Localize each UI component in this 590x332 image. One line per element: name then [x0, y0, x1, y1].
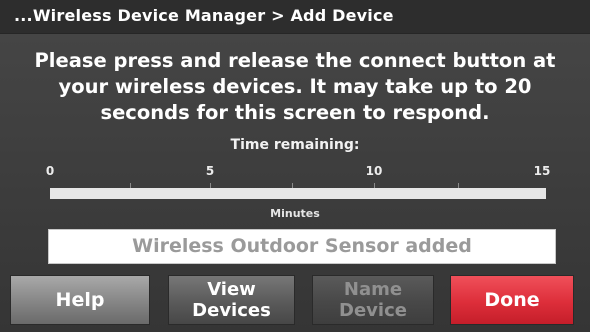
- view-devices-button[interactable]: View Devices: [168, 275, 295, 325]
- time-remaining-fill: [50, 188, 546, 199]
- time-remaining-bar: [50, 188, 546, 199]
- instruction-line: Please press and release the connect but…: [34, 49, 556, 72]
- scale-label-0: 0: [45, 164, 55, 178]
- status-message-box: Wireless Outdoor Sensor added: [48, 229, 556, 264]
- title-bar: ...Wireless Device Manager > Add Device: [0, 0, 590, 34]
- name-device-button-label: Name Device: [339, 279, 407, 321]
- name-device-button: Name Device: [312, 275, 434, 325]
- instruction-line: seconds for this screen to respond.: [100, 101, 490, 124]
- scale-label-15: 15: [533, 164, 551, 178]
- breadcrumb-title: ...Wireless Device Manager > Add Device: [14, 6, 394, 25]
- view-devices-button-label: View Devices: [192, 279, 271, 321]
- thermostat-screen: ...Wireless Device Manager > Add Device …: [0, 0, 590, 332]
- done-button-label: Done: [484, 288, 540, 311]
- time-remaining-label: Time remaining:: [230, 137, 360, 153]
- help-button[interactable]: Help: [10, 275, 150, 325]
- instruction-message: Please press and release the connect but…: [10, 48, 580, 126]
- done-button[interactable]: Done: [450, 275, 574, 325]
- instruction-line: your wireless devices. It may take up to…: [58, 75, 532, 98]
- help-button-label: Help: [55, 288, 105, 311]
- minutes-unit-label: Minutes: [270, 207, 320, 220]
- scale-label-5: 5: [205, 164, 215, 178]
- scale-label-10: 10: [365, 164, 383, 178]
